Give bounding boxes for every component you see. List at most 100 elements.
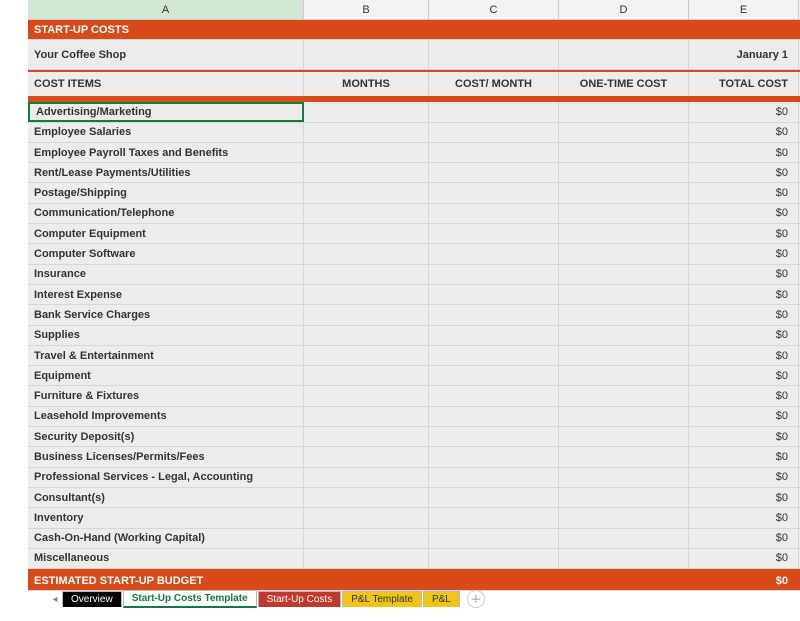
total-cost-cell[interactable]: $0 [689,508,799,527]
one-time-cell[interactable] [559,488,689,507]
one-time-cell[interactable] [559,366,689,385]
months-cell[interactable] [304,447,429,466]
cost-item-label[interactable]: Consultant(s) [28,488,304,507]
months-cell[interactable] [304,366,429,385]
one-time-cell[interactable] [559,123,689,142]
cell[interactable] [429,40,559,69]
one-time-cell[interactable] [559,143,689,162]
cost-month-cell[interactable] [429,265,559,284]
cost-item-label[interactable]: Leasehold Improvements [28,407,304,426]
col-label-one-time[interactable]: ONE-TIME COST [559,72,689,96]
cost-month-cell[interactable] [429,285,559,304]
cost-month-cell[interactable] [429,366,559,385]
cost-month-cell[interactable] [429,407,559,426]
months-cell[interactable] [304,468,429,487]
cost-item-label[interactable]: Advertising/Marketing [28,102,304,121]
one-time-cell[interactable] [559,204,689,223]
total-cost-cell[interactable]: $0 [689,224,799,243]
months-cell[interactable] [304,123,429,142]
one-time-cell[interactable] [559,326,689,345]
total-cost-cell[interactable]: $0 [689,285,799,304]
total-cost-cell[interactable]: $0 [689,407,799,426]
months-cell[interactable] [304,326,429,345]
col-header-d[interactable]: D [559,0,689,19]
one-time-cell[interactable] [559,183,689,202]
months-cell[interactable] [304,285,429,304]
months-cell[interactable] [304,244,429,263]
tab-startup-costs[interactable]: Start-Up Costs [258,591,342,607]
footer-label[interactable]: ESTIMATED START-UP BUDGET [28,571,304,590]
months-cell[interactable] [304,102,429,121]
cost-item-label[interactable]: Computer Equipment [28,224,304,243]
cost-item-label[interactable]: Rent/Lease Payments/Utilities [28,163,304,182]
cost-month-cell[interactable] [429,163,559,182]
months-cell[interactable] [304,204,429,223]
tab-overview[interactable]: Overview [62,591,122,607]
cost-item-label[interactable]: Interest Expense [28,285,304,304]
one-time-cell[interactable] [559,407,689,426]
cost-month-cell[interactable] [429,102,559,121]
cost-month-cell[interactable] [429,488,559,507]
footer-total[interactable]: $0 [689,571,799,590]
cost-month-cell[interactable] [429,529,559,548]
tab-startup-costs-template[interactable]: Start-Up Costs Template [123,590,257,608]
cell[interactable] [429,20,559,39]
cell[interactable] [304,40,429,69]
cost-item-label[interactable]: Communication/Telephone [28,204,304,223]
one-time-cell[interactable] [559,305,689,324]
business-name-cell[interactable]: Your Coffee Shop [28,40,304,69]
cell[interactable] [429,571,559,590]
cost-month-cell[interactable] [429,123,559,142]
tab-pl-template[interactable]: P&L Template [342,591,422,607]
col-header-c[interactable]: C [429,0,559,19]
cell[interactable] [304,20,429,39]
total-cost-cell[interactable]: $0 [689,366,799,385]
one-time-cell[interactable] [559,244,689,263]
cost-month-cell[interactable] [429,386,559,405]
one-time-cell[interactable] [559,163,689,182]
one-time-cell[interactable] [559,508,689,527]
months-cell[interactable] [304,508,429,527]
col-label-months[interactable]: MONTHS [304,72,429,96]
cost-month-cell[interactable] [429,224,559,243]
months-cell[interactable] [304,183,429,202]
cost-month-cell[interactable] [429,143,559,162]
cost-item-label[interactable]: Bank Service Charges [28,305,304,324]
months-cell[interactable] [304,163,429,182]
total-cost-cell[interactable]: $0 [689,549,799,568]
months-cell[interactable] [304,305,429,324]
total-cost-cell[interactable]: $0 [689,102,799,121]
cost-month-cell[interactable] [429,326,559,345]
total-cost-cell[interactable]: $0 [689,183,799,202]
cost-item-label[interactable]: Inventory [28,508,304,527]
col-header-b[interactable]: B [304,0,429,19]
cost-month-cell[interactable] [429,183,559,202]
months-cell[interactable] [304,386,429,405]
months-cell[interactable] [304,265,429,284]
cost-item-label[interactable]: Business Licenses/Permits/Fees [28,447,304,466]
total-cost-cell[interactable]: $0 [689,529,799,548]
one-time-cell[interactable] [559,427,689,446]
months-cell[interactable] [304,346,429,365]
months-cell[interactable] [304,488,429,507]
cell[interactable] [559,571,689,590]
col-header-a[interactable]: A [28,0,304,19]
tab-nav-prev-icon[interactable]: ◂ [48,594,62,605]
cost-month-cell[interactable] [429,468,559,487]
total-cost-cell[interactable]: $0 [689,305,799,324]
col-label-items[interactable]: COST ITEMS [28,72,304,96]
one-time-cell[interactable] [559,529,689,548]
total-cost-cell[interactable]: $0 [689,468,799,487]
one-time-cell[interactable] [559,468,689,487]
cost-month-cell[interactable] [429,447,559,466]
total-cost-cell[interactable]: $0 [689,346,799,365]
total-cost-cell[interactable]: $0 [689,143,799,162]
months-cell[interactable] [304,224,429,243]
col-label-cost-month[interactable]: COST/ MONTH [429,72,559,96]
col-label-total[interactable]: TOTAL COST [689,72,799,96]
total-cost-cell[interactable]: $0 [689,326,799,345]
cost-item-label[interactable]: Computer Software [28,244,304,263]
cost-month-cell[interactable] [429,204,559,223]
cell[interactable] [689,20,799,39]
cost-item-label[interactable]: Cash-On-Hand (Working Capital) [28,529,304,548]
